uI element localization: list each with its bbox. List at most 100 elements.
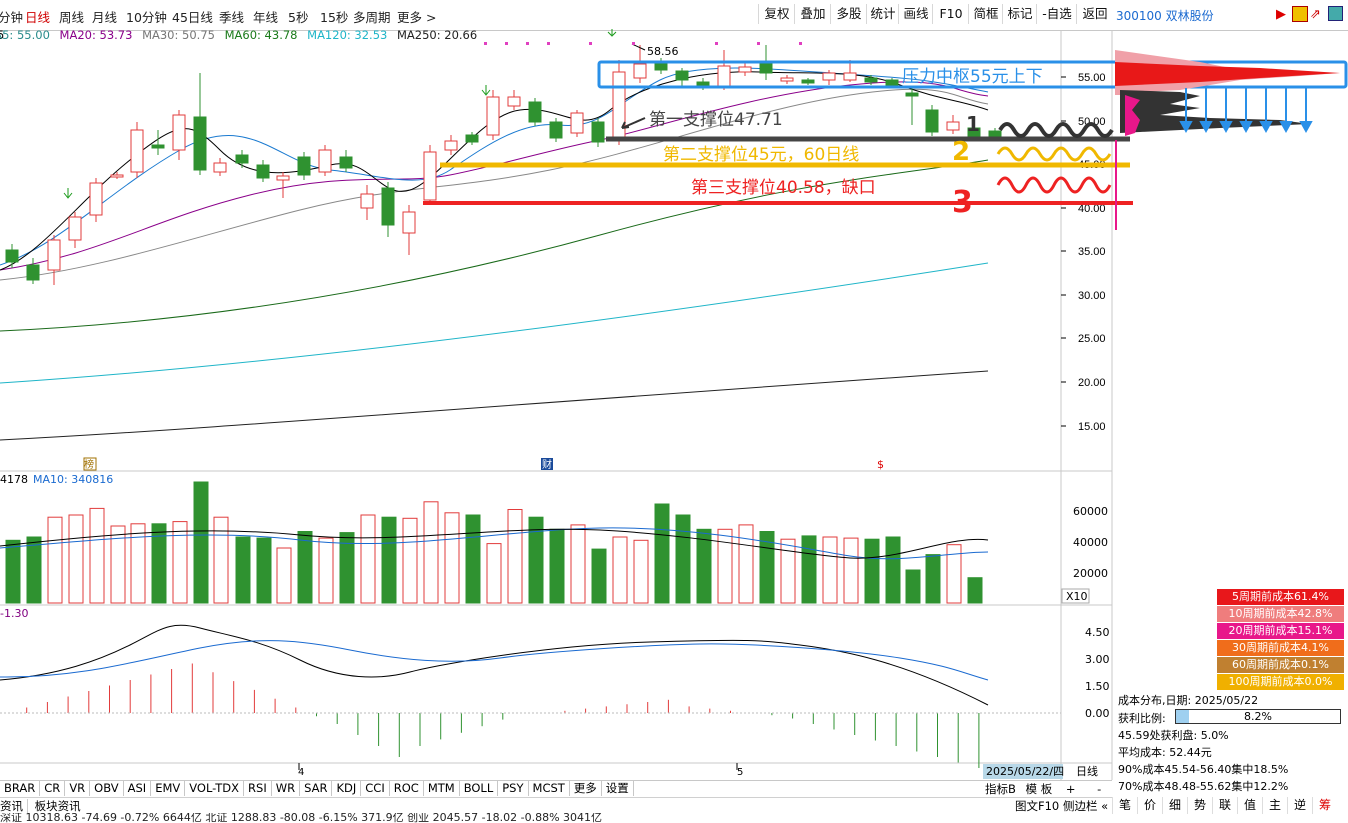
indicator-tab-11[interactable]: CCI: [361, 781, 390, 796]
zoom-out-button[interactable]: -: [1097, 782, 1101, 796]
volume-bar: [591, 548, 607, 604]
volume-bar: [193, 481, 209, 604]
candle-body: [193, 116, 207, 171]
indicator-tab-12[interactable]: ROC: [390, 781, 424, 796]
volume-bar: [130, 523, 146, 604]
zoom-in-button[interactable]: +: [1066, 782, 1076, 796]
candle-body: [47, 239, 61, 271]
link-tab[interactable]: 联: [1212, 797, 1237, 814]
main-tab[interactable]: 主: [1262, 797, 1287, 814]
cost-100: 100周期前成本0.0%: [1217, 674, 1344, 690]
vol-axis-40000: 40000: [1073, 536, 1108, 549]
volume-bar: [843, 537, 859, 604]
month-4-label: 4: [298, 767, 304, 778]
volume-bar: [633, 539, 649, 604]
indicator-tab-6[interactable]: VOL-TDX: [185, 781, 245, 796]
support3-label: 第三支撑位40.58，缺口: [691, 178, 876, 198]
support1-label: 第一支撑位47.71: [649, 110, 783, 130]
candle-body: [423, 151, 437, 201]
chip-distribution: [1115, 50, 1340, 230]
volume-bar: [360, 514, 376, 604]
volume-bar: [549, 528, 565, 604]
indicator-tab-4[interactable]: ASI: [124, 781, 152, 796]
volume-bar: [822, 536, 838, 604]
rank-marker[interactable]: 榜: [84, 458, 94, 471]
volume-bar: [381, 516, 397, 604]
candle-body: [256, 164, 270, 179]
volume-bar: [864, 538, 880, 604]
finance-marker[interactable]: 财: [542, 458, 552, 471]
profit-label: 获利比例:: [1118, 712, 1166, 725]
zigzag-1: [998, 122, 1114, 138]
macd-axis-000: 0.00: [1085, 707, 1110, 720]
candle-body: [151, 144, 165, 149]
market-status-bar: 深证 10318.63 -74.69 -0.72% 6644亿 北证 1288.…: [0, 813, 603, 823]
sector-news-tab[interactable]: 板块资讯: [32, 799, 81, 813]
volume-bar: [465, 514, 481, 604]
candle-body: [381, 187, 395, 226]
f10-link[interactable]: 图文F10: [1015, 798, 1059, 814]
right-tab-bar: 笔价细势联值主逆筹: [1112, 797, 1348, 823]
indicator-tab-7[interactable]: RSI: [244, 781, 272, 796]
cost-date: 成本分布,日期: 2025/05/22: [1118, 694, 1259, 707]
candle-body: [276, 175, 290, 181]
candle-body: [570, 112, 584, 134]
profit-at-price: 45.59处获利盘: 5.0%: [1118, 729, 1229, 742]
volume-bar: [801, 535, 817, 604]
tick-tab[interactable]: 笔: [1112, 797, 1137, 814]
indicator-tab-8[interactable]: WR: [272, 781, 301, 796]
reverse-tab[interactable]: 逆: [1287, 797, 1312, 814]
volume-unit: X10: [1066, 590, 1088, 603]
period-label[interactable]: 日线: [1076, 764, 1098, 778]
price-tab[interactable]: 价: [1137, 797, 1162, 814]
indicator-tab-17[interactable]: 更多: [570, 781, 602, 796]
candle-body: [988, 130, 1002, 137]
cost-30: 30周期前成本4.1%: [1217, 640, 1344, 656]
volume-bar: [423, 501, 439, 604]
indicator-b-button[interactable]: 指标B: [985, 782, 1016, 796]
volume-bar: [780, 538, 796, 604]
volume-bar: [172, 521, 188, 604]
volume-bar: [738, 524, 754, 604]
indicator-tab-9[interactable]: SAR: [300, 781, 333, 796]
axis-15: 15.00: [1078, 421, 1106, 433]
candle-body: [696, 81, 710, 86]
template-button[interactable]: 模 板: [1026, 782, 1053, 796]
volume-bar: [612, 536, 628, 604]
indicator-tab-5[interactable]: EMV: [151, 781, 186, 796]
chart-canvas: 55.00 50.00 45.00 40.00 35.00 30.00 25.0…: [0, 29, 1348, 780]
value-tab[interactable]: 值: [1237, 797, 1262, 814]
indicator-tab-3[interactable]: OBV: [90, 781, 124, 796]
indicator-tab-0[interactable]: BRAR: [0, 781, 41, 796]
detail-tab[interactable]: 细: [1162, 797, 1187, 814]
axis-55: 55.00: [1078, 72, 1106, 84]
volume-bar: [570, 524, 586, 604]
chips-tab[interactable]: 筹: [1312, 797, 1337, 814]
indicator-tab-10[interactable]: KDJ: [332, 781, 362, 796]
trend-tab[interactable]: 势: [1187, 797, 1212, 814]
indicator-tab-13[interactable]: MTM: [424, 781, 460, 796]
sidebar-toggle[interactable]: 侧边栏 «: [1063, 798, 1108, 814]
news-tab[interactable]: 资讯: [0, 799, 28, 813]
indicator-tab-1[interactable]: CR: [40, 781, 66, 796]
candle-body: [486, 96, 500, 136]
volume-bar: [905, 569, 921, 604]
indicator-tab-18[interactable]: 设置: [602, 781, 634, 796]
macd-axis-300: 3.00: [1085, 653, 1110, 666]
volume-bar: [5, 539, 21, 604]
zigzag-3: [996, 176, 1112, 194]
axis-35: 35.00: [1078, 246, 1106, 258]
indicator-tab-2[interactable]: VR: [65, 781, 91, 796]
volume-bar: [276, 547, 292, 604]
cost-10: 10周期前成本42.8%: [1217, 606, 1344, 622]
candle-body: [318, 149, 332, 173]
volume-ma10: MA10: 340816: [33, 473, 113, 486]
indicator-tab-15[interactable]: PSY: [498, 781, 529, 796]
volume-bar: [26, 536, 42, 604]
dividend-marker[interactable]: $: [877, 458, 884, 471]
volume-bar: [256, 537, 272, 604]
indicator-tab-16[interactable]: MCST: [529, 781, 570, 796]
macd-axis-150: 1.50: [1085, 680, 1110, 693]
volume-bar: [486, 543, 502, 604]
indicator-tab-14[interactable]: BOLL: [460, 781, 499, 796]
